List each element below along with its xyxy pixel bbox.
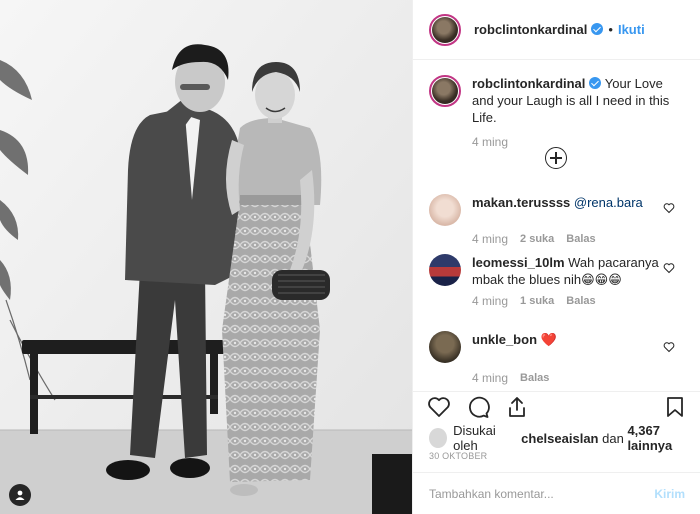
verified-badge-icon (589, 77, 602, 89)
comment-username[interactable]: unkle_bon (472, 332, 537, 347)
add-comment-bar: Kirim (413, 472, 700, 514)
likes-summary: Disukai oleh chelseaislan dan 4,367 lain… (429, 423, 700, 453)
heart-icon[interactable] (663, 202, 675, 214)
reply-button[interactable]: Balas (520, 372, 549, 384)
comment-meta: 4 ming Balas (472, 371, 689, 385)
commenter-avatar[interactable] (429, 194, 461, 226)
comment-emoji: ❤️ (540, 332, 557, 347)
commenter-avatar[interactable] (429, 254, 461, 286)
author-username[interactable]: robclintonkardinal (474, 22, 604, 37)
caption-meta: 4 ming (472, 135, 689, 149)
heart-icon[interactable] (663, 341, 675, 353)
bookmark-icon[interactable] (663, 395, 687, 419)
comment-text-block: leomessi_10lm Wah pacaranya mbak the blu… (472, 254, 672, 288)
verified-badge-icon (591, 23, 604, 35)
comment-likes[interactable]: 2 suka (520, 233, 554, 245)
caption-username[interactable]: robclintonkardinal (472, 76, 585, 91)
heart-icon[interactable] (427, 395, 451, 419)
post-header: robclintonkardinal • Ikuti (413, 0, 700, 60)
comment-meta: 4 ming 2 suka Balas (472, 232, 689, 246)
share-icon[interactable] (505, 395, 529, 419)
comment-time[interactable]: 4 ming (472, 232, 508, 246)
commenter-avatar[interactable] (429, 331, 461, 363)
comment-username[interactable]: makan.terussss (472, 195, 570, 210)
comment-icon[interactable] (466, 395, 490, 419)
comment-text-block: unkle_bon ❤️ (472, 331, 672, 363)
likes-count[interactable]: 4,367 lainnya (627, 423, 700, 453)
caption-text-block: robclintonkardinal Your Love and your La… (472, 75, 672, 126)
caption-time[interactable]: 4 ming (472, 135, 508, 149)
author-avatar[interactable] (429, 13, 461, 46)
post-details-panel: robclintonkardinal • Ikuti robclintonkar… (412, 0, 700, 514)
comment-mention[interactable]: @rena.bara (574, 195, 643, 210)
post-caption: robclintonkardinal Your Love and your La… (429, 75, 689, 149)
liker-avatar[interactable] (429, 428, 448, 448)
plus-circle-icon[interactable] (545, 147, 567, 169)
liker-username[interactable]: chelseaislan (521, 431, 598, 446)
couple-photo-image (0, 0, 412, 514)
post-comment-button[interactable]: Kirim (654, 487, 685, 501)
comment-username[interactable]: leomessi_10lm (472, 255, 565, 270)
caption-avatar[interactable] (429, 75, 461, 107)
follow-button[interactable]: Ikuti (618, 22, 645, 37)
likes-prefix: Disukai oleh (453, 423, 496, 453)
comment-item: leomessi_10lm Wah pacaranya mbak the blu… (429, 254, 689, 308)
comment-input[interactable] (429, 486, 655, 501)
comment-emoji: 😁😁😁 (581, 272, 622, 287)
likes-middle: dan (602, 430, 624, 446)
user-tag-icon[interactable] (9, 484, 31, 506)
reply-button[interactable]: Balas (566, 295, 595, 307)
comment-likes[interactable]: 1 suka (520, 295, 554, 307)
comment-item: makan.terussss @rena.bara 4 ming 2 suka … (429, 194, 689, 246)
post-photo[interactable] (0, 0, 412, 514)
author-username-text[interactable]: robclintonkardinal (474, 22, 587, 37)
comment-time[interactable]: 4 ming (472, 371, 508, 385)
post-date[interactable]: 30 OKTOBER (429, 451, 487, 461)
comment-text-block: makan.terussss @rena.bara (472, 194, 672, 226)
reply-button[interactable]: Balas (566, 233, 595, 245)
comment-item: unkle_bon ❤️ 4 ming Balas (429, 331, 689, 385)
header-separator: • (608, 22, 613, 37)
comment-time[interactable]: 4 ming (472, 294, 508, 308)
heart-icon[interactable] (663, 262, 675, 274)
comments-list[interactable]: robclintonkardinal Your Love and your La… (413, 61, 700, 391)
comment-meta: 4 ming 1 suka Balas (472, 294, 689, 308)
action-bar (427, 395, 529, 419)
